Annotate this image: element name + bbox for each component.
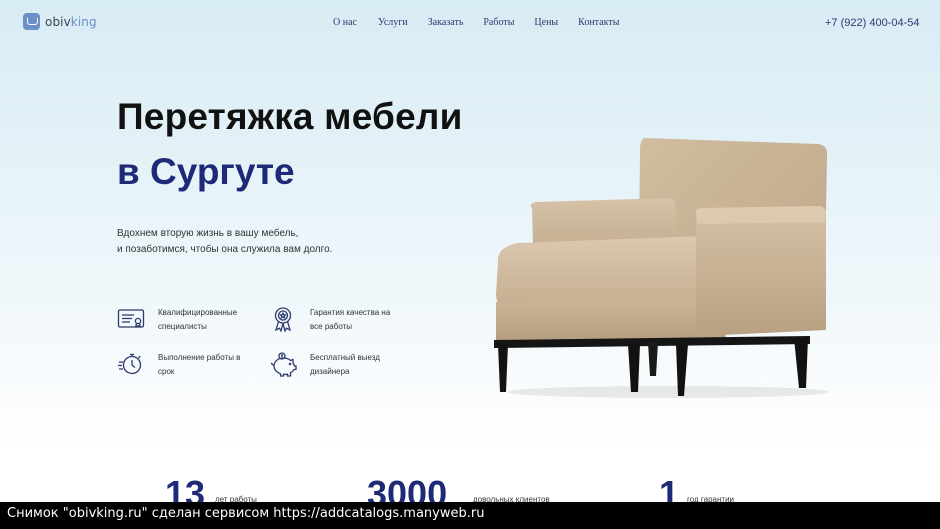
feature-item: Квалифицированные специалисты	[117, 306, 277, 332]
main-nav: О нас Услуги Заказать Работы Цены Контак…	[333, 17, 639, 28]
logo[interactable]: obivking	[23, 13, 97, 30]
hero-lead: Вдохнем вторую жизнь в вашу мебель, и по…	[117, 226, 332, 258]
nav-link-services[interactable]: Услуги	[378, 17, 408, 28]
feature-item: Гарантия качества на все работы	[269, 306, 429, 332]
award-badge-icon	[274, 307, 292, 332]
feature-text: Гарантия качества на все работы	[310, 308, 391, 331]
nav-link-order[interactable]: Заказать	[428, 17, 464, 28]
armchair-image	[494, 138, 828, 398]
hero-subtitle-city: в Сургуте	[117, 151, 295, 192]
logo-sofa-icon	[23, 13, 40, 30]
hero-lead-line: Вдохнем вторую жизнь в вашу мебель,	[117, 228, 299, 239]
nav-link-works[interactable]: Работы	[483, 17, 514, 28]
piggy-bank-icon	[270, 352, 297, 377]
feature-item: Бесплатный выезд дизайнера	[269, 351, 429, 377]
logo-text: obivking	[45, 14, 97, 29]
screenshot-caption-text: Снимок "obivking.ru" сделан сервисом htt…	[7, 506, 485, 521]
phone-link[interactable]: +7 (922) 400-04-54	[825, 17, 919, 29]
site-header: obivking О нас Услуги Заказать Работы Це…	[0, 0, 940, 46]
feature-text: Квалифицированные специалисты	[158, 308, 238, 331]
feature-item: Выполнение работы в срок	[117, 351, 277, 377]
hero-title: Перетяжка мебели	[117, 96, 463, 137]
nav-link-prices[interactable]: Цены	[534, 17, 558, 28]
nav-link-contacts[interactable]: Контакты	[578, 17, 619, 28]
screenshot-caption-bar: Снимок "obivking.ru" сделан сервисом htt…	[0, 502, 940, 529]
feature-text: Выполнение работы в срок	[158, 353, 241, 376]
hero-lead-line: и позаботимся, чтобы она служила вам дол…	[117, 244, 333, 255]
certificate-icon	[117, 309, 145, 328]
nav-link-about[interactable]: О нас	[333, 17, 357, 28]
stopwatch-icon	[118, 353, 142, 375]
feature-text: Бесплатный выезд дизайнера	[310, 353, 380, 376]
